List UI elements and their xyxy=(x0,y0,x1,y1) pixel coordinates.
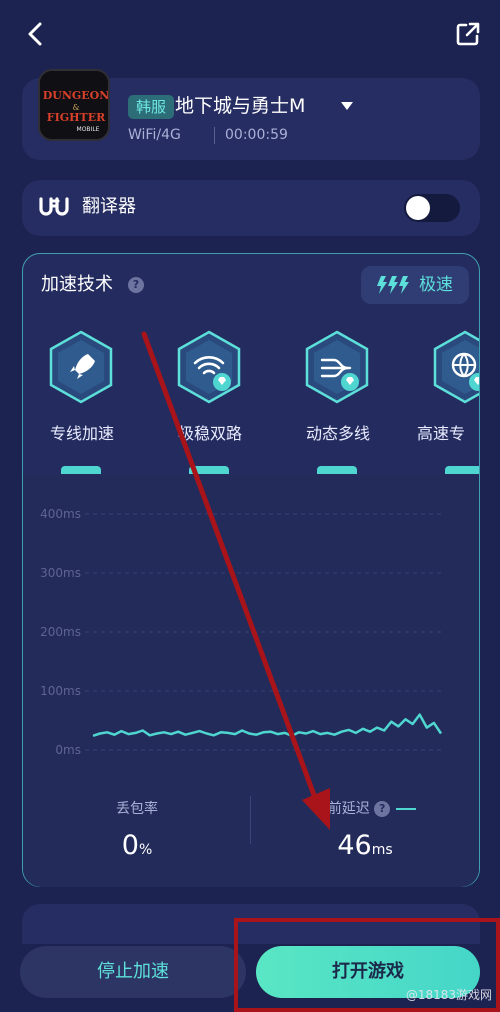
packet-loss-stat: 丢包率 0% xyxy=(23,798,251,866)
y-tick-label: 100ms xyxy=(40,684,81,698)
latency-chart-svg: 400ms 300ms 200ms 100ms 0ms xyxy=(40,507,443,757)
tech-indicator xyxy=(445,466,479,474)
svg-text:DUNGEON: DUNGEON xyxy=(43,89,110,102)
speed-mode-label: 极速 xyxy=(419,275,453,295)
network-type: WiFi/4G xyxy=(128,127,181,143)
latency-legend-line xyxy=(396,808,417,810)
globe-icon xyxy=(433,330,479,404)
divider xyxy=(214,127,215,144)
tech-indicator xyxy=(189,466,229,474)
tech-label: 动态多线 xyxy=(305,424,370,443)
y-tick-label: 400ms xyxy=(40,507,81,521)
y-tick-label: 0ms xyxy=(55,743,81,757)
packet-loss-unit: % xyxy=(138,842,153,858)
tech-indicator xyxy=(317,466,357,474)
tech-item[interactable]: 动态多线 xyxy=(283,326,393,474)
external-link-icon[interactable] xyxy=(454,20,482,48)
latency-label-row: 当前延迟 ? xyxy=(251,798,479,820)
svg-text:FIGHTER: FIGHTER xyxy=(47,111,106,124)
translator-label: 翻译器 xyxy=(82,196,136,217)
packet-loss-label: 丢包率 xyxy=(116,801,158,817)
latency-unit: ms xyxy=(371,842,393,858)
packet-loss-number: 0 xyxy=(121,830,139,861)
y-tick-label: 300ms xyxy=(40,566,81,580)
toggle-knob xyxy=(406,196,430,220)
packet-loss-value: 0% xyxy=(23,830,251,866)
tech-label: 极稳双路 xyxy=(177,424,242,443)
dungeon-fighter-logo-icon: DUNGEON & FIGHTER MOBILE xyxy=(40,71,110,139)
tech-indicator xyxy=(61,466,101,474)
rocket-icon xyxy=(49,330,113,404)
help-icon[interactable]: ? xyxy=(128,277,144,293)
dual-wifi-icon xyxy=(177,330,241,404)
help-icon[interactable]: ? xyxy=(374,801,391,817)
translator-toggle[interactable] xyxy=(404,194,460,222)
stop-acceleration-button[interactable]: 停止加速 xyxy=(20,946,246,998)
tech-label: 高速专 xyxy=(417,424,466,443)
acceleration-card: 加速技术 ? 极速 专线加速 极稳双路 动态多线 高速专 400ms 300ms… xyxy=(22,253,480,887)
chevron-left-icon[interactable] xyxy=(22,20,50,48)
game-title[interactable]: 地下城与勇士M xyxy=(175,92,305,120)
lightning-bolts-icon xyxy=(377,276,409,294)
multi-line-icon xyxy=(305,330,369,404)
latency-stat: 当前延迟 ? 46ms xyxy=(251,798,479,866)
top-bar xyxy=(0,0,500,66)
tech-label: 专线加速 xyxy=(49,424,114,443)
game-card[interactable]: DUNGEON & FIGHTER MOBILE 韩服 地下城与勇士M WiFi… xyxy=(22,69,480,160)
watermark: @18183游戏网 xyxy=(405,988,492,1002)
tech-list: 专线加速 极稳双路 动态多线 高速专 xyxy=(23,326,479,474)
tech-item[interactable]: 高速专 xyxy=(411,326,479,474)
latency-value: 46ms xyxy=(251,830,479,866)
latency-chart: 400ms 300ms 200ms 100ms 0ms 丢包率 0% 当前延迟 ? 46… xyxy=(23,474,479,887)
latency-label: 当前延迟 xyxy=(313,801,370,817)
elapsed-timer: 00:00:59 xyxy=(225,127,288,143)
tech-item[interactable]: 专线加速 xyxy=(27,326,137,474)
tech-item[interactable]: 极稳双路 xyxy=(155,326,265,474)
translator-card: 翻译器 xyxy=(22,180,480,236)
svg-text:MOBILE: MOBILE xyxy=(77,126,100,133)
acceleration-title: 加速技术 xyxy=(41,274,113,295)
game-logo: DUNGEON & FIGHTER MOBILE xyxy=(38,69,110,141)
latency-series-line xyxy=(92,713,443,738)
ufu-logo-icon xyxy=(39,197,69,216)
caret-down-icon[interactable] xyxy=(341,102,353,110)
latency-number: 46 xyxy=(337,830,372,861)
y-tick-label: 200ms xyxy=(40,625,81,639)
server-badge: 韩服 xyxy=(128,95,175,119)
speed-mode-pill[interactable]: 极速 xyxy=(361,266,469,304)
